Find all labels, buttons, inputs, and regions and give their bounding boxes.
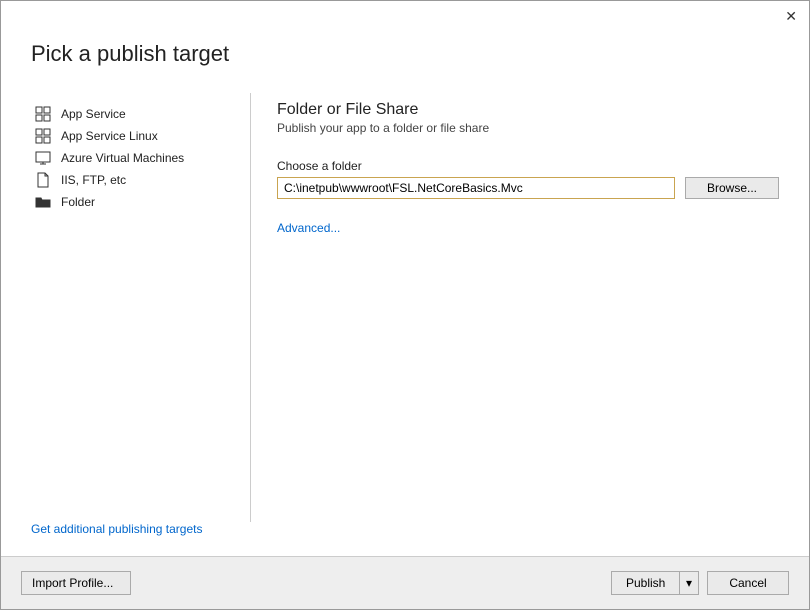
import-profile-button[interactable]: Import Profile... [21, 571, 131, 595]
panel-heading: Folder or File Share [277, 101, 779, 119]
dialog-content: App Service App Service Linux Azure Virt… [1, 93, 809, 522]
document-icon [35, 172, 51, 188]
sidebar-item-label: App Service [61, 107, 126, 121]
sidebar-item-iis-ftp[interactable]: IIS, FTP, etc [31, 169, 242, 191]
app-service-linux-icon [35, 128, 51, 144]
sidebar-item-label: Folder [61, 195, 95, 209]
panel-subheading: Publish your app to a folder or file sha… [277, 121, 779, 135]
dialog-title: Pick a publish target [31, 41, 779, 67]
app-service-icon [35, 106, 51, 122]
cancel-button[interactable]: Cancel [707, 571, 789, 595]
browse-button[interactable]: Browse... [685, 177, 779, 199]
sidebar-item-label: App Service Linux [61, 129, 158, 143]
publish-dialog: ✕ Pick a publish target App Service App … [0, 0, 810, 610]
sidebar-item-app-service[interactable]: App Service [31, 103, 242, 125]
dialog-header: Pick a publish target [1, 1, 809, 93]
additional-targets-link[interactable]: Get additional publishing targets [1, 522, 809, 556]
folder-field-label: Choose a folder [277, 159, 779, 173]
advanced-link[interactable]: Advanced... [277, 221, 340, 235]
publish-targets-sidebar: App Service App Service Linux Azure Virt… [31, 93, 251, 522]
folder-row: Browse... [277, 177, 779, 199]
publish-dropdown-button[interactable]: ▾ [679, 571, 699, 595]
sidebar-item-folder[interactable]: Folder [31, 191, 242, 213]
sidebar-item-app-service-linux[interactable]: App Service Linux [31, 125, 242, 147]
sidebar-item-label: IIS, FTP, etc [61, 173, 126, 187]
main-panel: Folder or File Share Publish your app to… [251, 93, 779, 522]
chevron-down-icon: ▾ [686, 576, 692, 590]
sidebar-item-azure-vm[interactable]: Azure Virtual Machines [31, 147, 242, 169]
folder-icon [35, 194, 51, 210]
folder-path-input[interactable] [277, 177, 675, 199]
dialog-footer: Import Profile... Publish ▾ Cancel [1, 556, 809, 609]
publish-button[interactable]: Publish [611, 571, 679, 595]
publish-button-group: Publish ▾ [611, 571, 699, 595]
azure-vm-icon [35, 150, 51, 166]
sidebar-item-label: Azure Virtual Machines [61, 151, 184, 165]
close-button[interactable]: ✕ [785, 9, 797, 23]
